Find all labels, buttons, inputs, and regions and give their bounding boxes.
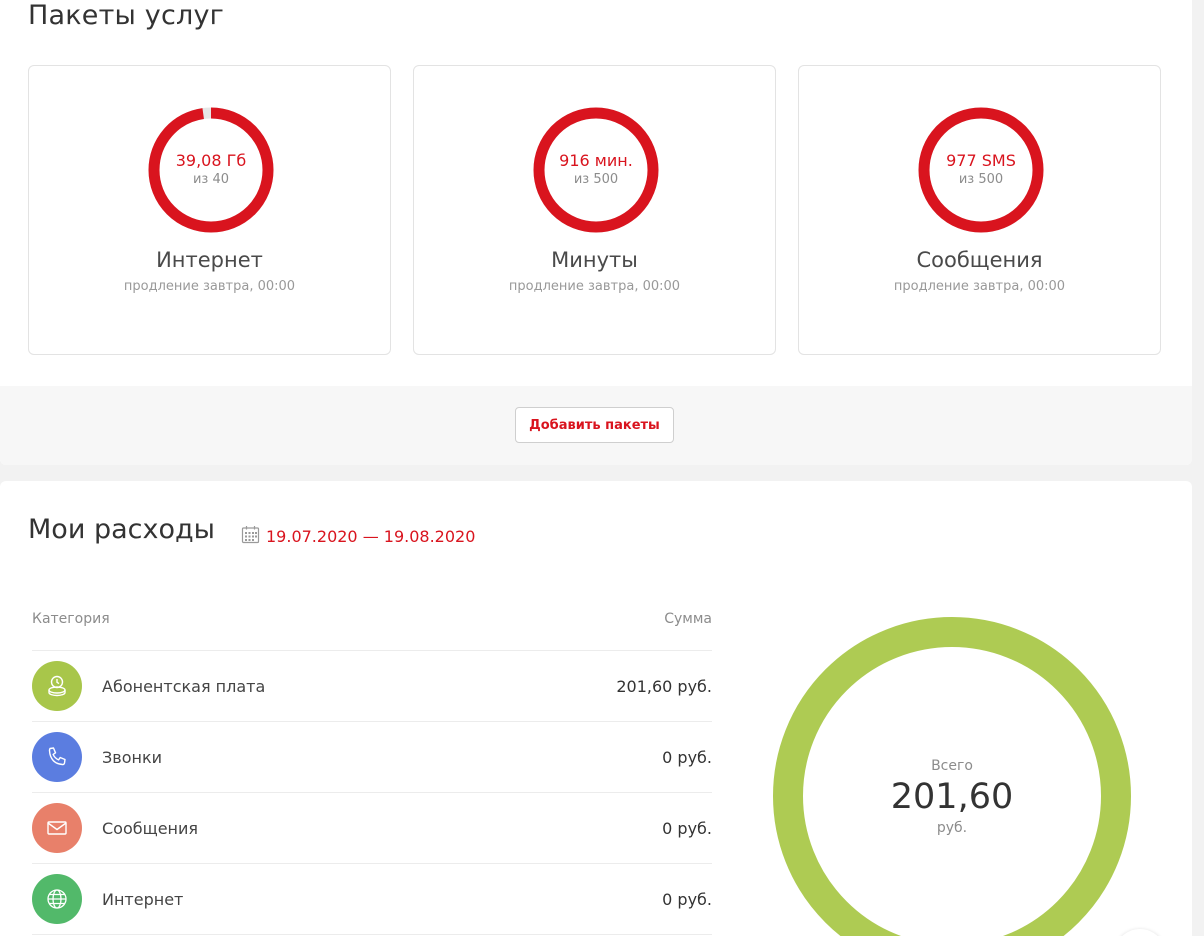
package-amount: 39,08 Гб — [175, 151, 247, 170]
expense-sum: 0 руб. — [662, 889, 712, 909]
total-expenses-ring: Всего 201,60 руб. — [773, 617, 1131, 936]
expense-sum: 0 руб. — [662, 747, 712, 767]
expenses-table-header: Категория Сумма — [32, 611, 712, 651]
expense-row-internet[interactable]: Интернет 0 руб. — [32, 864, 712, 935]
packages-footer: Добавить пакеты — [0, 386, 1192, 465]
total-unit: руб. — [936, 820, 968, 836]
calendar-icon — [241, 525, 260, 548]
total-label: Всего — [931, 758, 973, 774]
package-card-internet[interactable]: 39,08 Гб из 40 Интернет продление завтра… — [28, 65, 391, 355]
header-category: Категория — [32, 611, 110, 627]
package-renewal: продление завтра, 00:00 — [508, 279, 681, 294]
package-card-minutes[interactable]: 916 мин. из 500 Минуты продление завтра,… — [413, 65, 776, 355]
globe-icon — [32, 874, 82, 924]
phone-icon — [32, 732, 82, 782]
expenses-title: Мои расходы — [28, 514, 215, 545]
package-card-messages[interactable]: 977 SMS из 500 Сообщения продление завтр… — [798, 65, 1161, 355]
package-ring-minutes: 916 мин. из 500 — [533, 107, 659, 233]
expense-row-calls[interactable]: Звонки 0 руб. — [32, 722, 712, 793]
package-ring-internet: 39,08 Гб из 40 — [148, 107, 274, 233]
envelope-icon — [32, 803, 82, 853]
header-sum: Сумма — [664, 611, 712, 627]
package-name: Сообщения — [916, 248, 1043, 272]
packages-title: Пакеты услуг — [28, 0, 225, 31]
package-renewal: продление завтра, 00:00 — [123, 279, 296, 294]
package-limit: из 500 — [573, 172, 619, 187]
package-ring-messages: 977 SMS из 500 — [918, 107, 1044, 233]
expense-sum: 201,60 руб. — [616, 676, 712, 696]
expense-row-messages[interactable]: Сообщения 0 руб. — [32, 793, 712, 864]
package-name: Интернет — [156, 248, 263, 272]
service-packages-section: Пакеты услуг 39,08 Гб из 40 Интернет про… — [0, 0, 1192, 465]
my-expenses-section: Мои расходы 19.07.2020 — 19.08.2020 Кате… — [0, 481, 1192, 936]
package-name: Минуты — [551, 248, 638, 272]
package-amount: 977 SMS — [946, 151, 1016, 170]
package-amount: 916 мин. — [559, 151, 633, 170]
expense-category: Сообщения — [102, 818, 199, 838]
total-value: 201,60 — [890, 777, 1014, 817]
expenses-table: Категория Сумма Абонентская плата 201,60… — [32, 611, 712, 935]
add-packages-button[interactable]: Добавить пакеты — [515, 407, 674, 443]
expense-category: Звонки — [102, 747, 162, 767]
package-limit: из 500 — [958, 172, 1004, 187]
period-range: 19.07.2020 — 19.08.2020 — [266, 527, 476, 546]
expense-sum: 0 руб. — [662, 818, 712, 838]
expense-row-subscription[interactable]: Абонентская плата 201,60 руб. — [32, 651, 712, 722]
expense-category: Абонентская плата — [102, 676, 266, 696]
package-limit: из 40 — [192, 172, 230, 187]
expense-category: Интернет — [102, 889, 184, 909]
period-selector[interactable]: 19.07.2020 — 19.08.2020 — [241, 525, 475, 548]
package-renewal: продление завтра, 00:00 — [893, 279, 1066, 294]
coins-icon — [32, 661, 82, 711]
